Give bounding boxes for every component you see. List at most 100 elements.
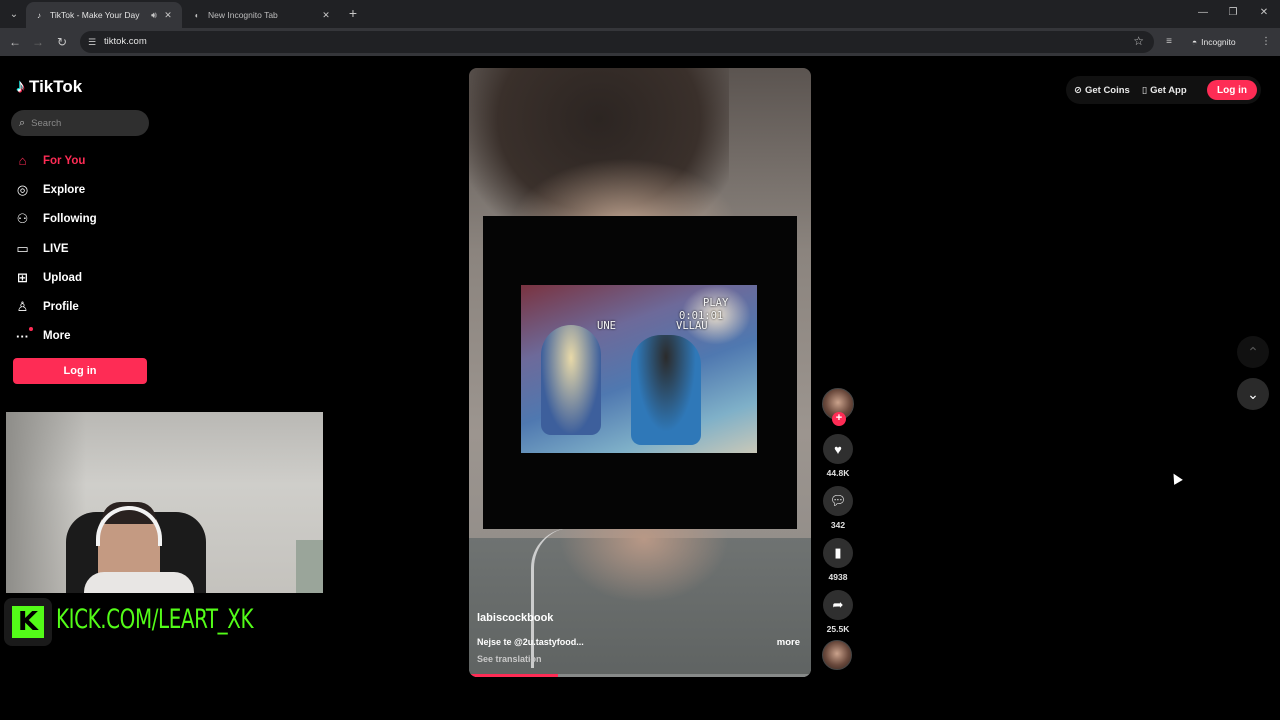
share-action[interactable]: ➦ 25.5K (820, 590, 856, 634)
notification-dot (29, 326, 33, 331)
share-count: 25.5K (826, 624, 850, 634)
clip-person (541, 325, 601, 435)
sidebar-item-label: More (43, 330, 71, 343)
video-progress-fill (469, 674, 558, 677)
like-action[interactable]: ♥ 44.8K (820, 434, 856, 478)
site-settings-icon[interactable]: ☰ (86, 36, 98, 48)
upload-icon: ⊞ (17, 269, 28, 285)
browser-menu-icon[interactable]: ⋮ (1258, 34, 1274, 50)
video-username[interactable]: labiscockbook (477, 612, 553, 624)
sidebar-item-profile[interactable]: ♙ Profile (14, 292, 164, 321)
webcam-overlay (6, 412, 323, 593)
video-inner-clip: PLAY 0:01:01 UNE VLLAU (521, 285, 757, 453)
clip-caption-left: UNE (597, 320, 616, 332)
url-text: tiktok.com (104, 36, 147, 47)
logo-text: TikTok (29, 76, 83, 96)
like-count: 44.8K (826, 468, 850, 478)
video-progress-bar[interactable] (469, 674, 811, 677)
tab-title: New Incognito Tab (208, 10, 278, 20)
top-right-actions: ⊘ Get Coins ▯ Get App Log in (1066, 76, 1261, 104)
clip-caption-right: VLLAU (676, 320, 708, 332)
sidebar-item-label: Profile (43, 301, 79, 314)
comment-action[interactable]: 💬︎ 342 (820, 486, 856, 530)
search-icon: ⌕ (19, 116, 26, 129)
save-action[interactable]: ▮ 4938 (820, 538, 856, 582)
mouse-cursor-icon (1169, 471, 1183, 485)
heart-icon[interactable]: ♥ (823, 434, 853, 464)
creator-avatar[interactable]: + (822, 388, 854, 426)
sidebar-item-label: Upload (43, 271, 82, 284)
kick-logo: K (4, 598, 52, 646)
follow-plus-icon[interactable]: + (832, 412, 846, 426)
clip-play-label: PLAY (703, 297, 729, 309)
tab-close-icon[interactable]: ✕ (320, 10, 332, 21)
tab-close-icon[interactable]: ✕ (162, 10, 174, 21)
video-actions: + ♥ 44.8K 💬︎ 342 ▮ 4938 ➦ 25.5K (820, 388, 856, 670)
get-coins-button[interactable]: ⊘ Get Coins (1074, 85, 1130, 96)
sidebar-item-label: Explore (43, 183, 86, 196)
following-icon: ⚇ (16, 211, 29, 227)
tab-search-icon[interactable]: ⌄ (5, 5, 23, 23)
home-icon: ⌂ (18, 153, 27, 169)
profile-icon: ♙ (16, 299, 29, 315)
sidebar-nav: ⌂ For You ◎ Explore ⚇ Following ▭ LIVE ⊞… (14, 146, 164, 351)
share-icon[interactable]: ➦ (823, 590, 853, 620)
live-icon: ▭ (16, 240, 29, 256)
reload-icon[interactable]: ↻ (53, 33, 71, 51)
sidebar-login-button[interactable]: Log in (13, 358, 147, 384)
address-bar[interactable]: ☰ tiktok.com ☆ (80, 31, 1154, 53)
tiktok-page: ♪ TikTok ⌕ ⌂ For You ◎ Explore ⚇ Followi… (0, 56, 1280, 720)
sidebar-item-upload[interactable]: ⊞ Upload (14, 263, 164, 292)
window-close-icon[interactable]: ✕ (1249, 4, 1279, 22)
coin-icon: ⊘ (1074, 84, 1082, 96)
incognito-indicator[interactable]: ◓ Incognito (1186, 33, 1242, 51)
speaker-icon[interactable]: 🔊︎ (148, 10, 160, 21)
get-app-label: Get App (1150, 84, 1187, 96)
see-translation-link[interactable]: See translation (477, 654, 542, 664)
save-count: 4938 (828, 572, 848, 582)
music-disc-avatar[interactable] (822, 640, 852, 670)
forward-icon[interactable]: → (29, 33, 47, 51)
tab-new-incognito[interactable]: ◐ New Incognito Tab ✕ (184, 2, 340, 28)
phone-icon: ▯ (1141, 84, 1148, 96)
sidebar-item-label: Following (43, 213, 97, 226)
header-login-button[interactable]: Log in (1207, 80, 1257, 100)
tab-tiktok[interactable]: ♪ TikTok - Make Your Day 🔊︎ ✕ (26, 2, 182, 28)
sidebar-item-explore[interactable]: ◎ Explore (14, 175, 164, 204)
media-control-icon[interactable]: ≡ (1161, 34, 1177, 50)
bookmark-icon[interactable]: ▮ (823, 538, 853, 568)
more-icon: ··· (14, 326, 33, 344)
streamer-shirt (84, 572, 194, 593)
bookmark-star-icon[interactable]: ☆ (1133, 34, 1144, 48)
video-bg-earphone-wire (531, 528, 641, 668)
get-app-button[interactable]: ▯ Get App (1142, 85, 1187, 96)
sidebar-item-following[interactable]: ⚇ Following (14, 205, 164, 234)
scroll-down-button[interactable]: ⌄ (1237, 378, 1269, 410)
back-icon[interactable]: ← (6, 33, 24, 51)
video-player[interactable]: PLAY 0:01:01 UNE VLLAU labiscockbook Nej… (469, 68, 811, 677)
tiktok-logo[interactable]: ♪ TikTok (16, 76, 82, 97)
caption-more-link[interactable]: more (777, 637, 800, 648)
kick-logo-icon: K (12, 606, 44, 638)
tiktok-favicon-icon: ♪ (37, 10, 41, 20)
chevron-down-icon: ⌄ (1247, 385, 1259, 402)
sidebar-item-more[interactable]: ··· More (14, 322, 164, 351)
restore-icon[interactable]: ❐ (1218, 4, 1248, 22)
browser-tab-bar: ⌄ ♪ TikTok - Make Your Day 🔊︎ ✕ ◐ New In… (0, 0, 1280, 28)
get-coins-label: Get Coins (1084, 84, 1130, 96)
scroll-up-button[interactable]: ⌃ (1237, 336, 1269, 368)
browser-toolbar: ← → ↻ ☰ tiktok.com ☆ ≡ ◓ Incognito ⋮ (0, 28, 1280, 56)
kick-channel-text: KICK.COM/LEART_XK (56, 604, 254, 635)
incognito-label: Incognito (1201, 37, 1236, 47)
search-input[interactable] (31, 117, 132, 129)
background-plant (296, 540, 323, 593)
search-box[interactable]: ⌕ (11, 110, 149, 136)
minimize-icon[interactable]: — (1188, 4, 1218, 22)
sidebar-item-for-you[interactable]: ⌂ For You (14, 146, 164, 175)
comment-count: 342 (830, 520, 846, 530)
incognito-icon: ◓ (1192, 37, 1198, 47)
comment-icon[interactable]: 💬︎ (823, 486, 853, 516)
sidebar-item-live[interactable]: ▭ LIVE (14, 234, 164, 263)
new-tab-button[interactable]: + (345, 5, 361, 21)
sidebar-item-label: For You (43, 154, 86, 167)
